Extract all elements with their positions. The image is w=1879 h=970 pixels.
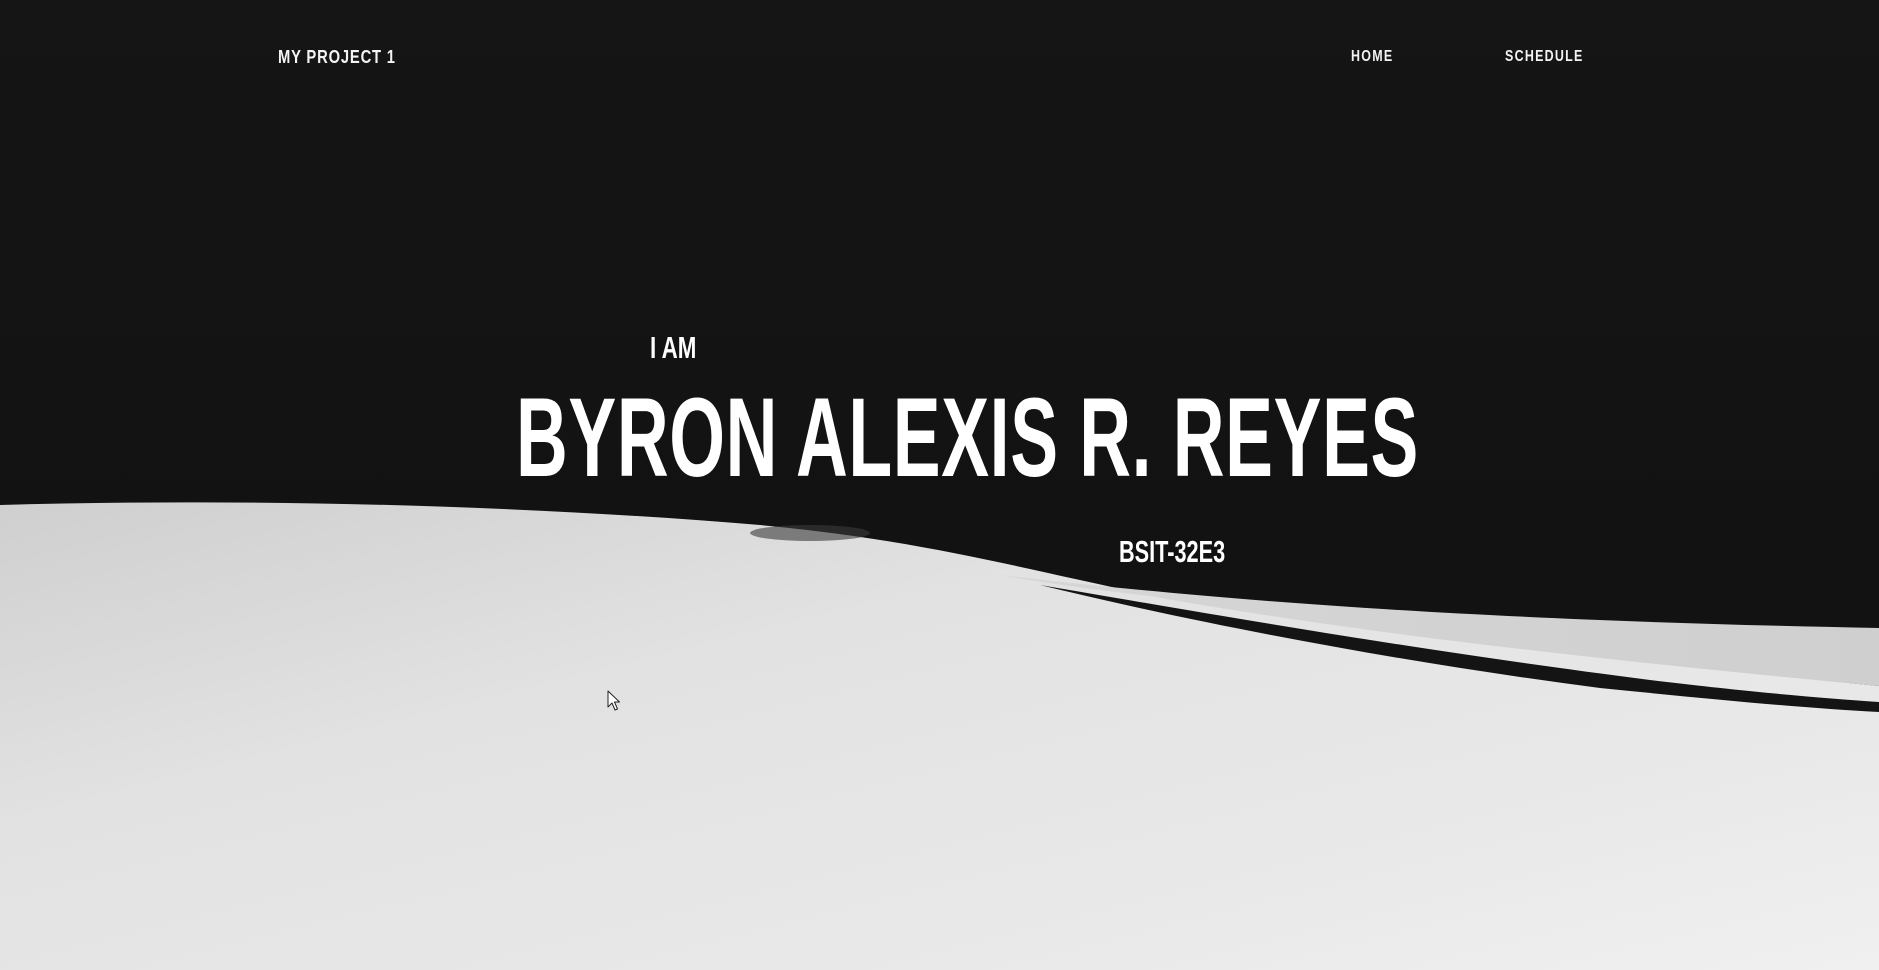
hero-intro-text: I AM <box>650 330 697 365</box>
nav-home-link[interactable]: HOME <box>1351 48 1393 66</box>
nav-schedule-link[interactable]: SCHEDULE <box>1505 48 1584 66</box>
hero-name-heading: BYRON ALEXIS R. REYES <box>516 375 1419 500</box>
mouse-pointer-icon <box>607 690 620 711</box>
brand-logo-link[interactable]: MY PROJECT 1 <box>278 47 396 68</box>
page: MY PROJECT 1 HOME SCHEDULE I AM BYRON AL… <box>0 0 1879 970</box>
hero-section-text: BSIT-32E3 <box>1119 534 1226 569</box>
